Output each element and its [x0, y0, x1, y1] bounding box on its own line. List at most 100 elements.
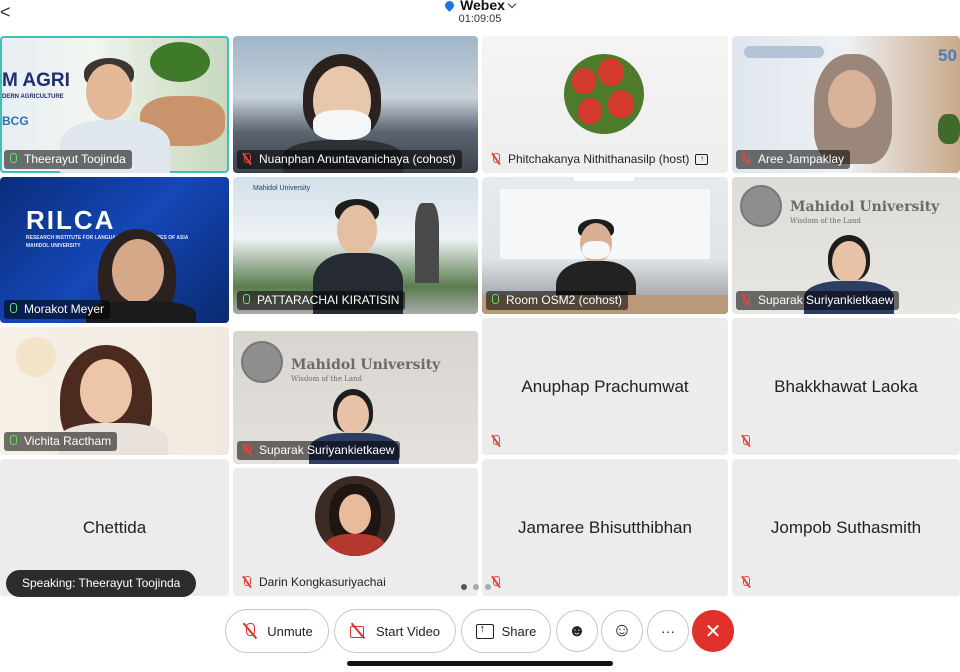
participants-button[interactable]: ☻ — [556, 610, 598, 652]
participant-name-tag: Room OSM2 (cohost) — [486, 291, 629, 310]
home-indicator[interactable] — [347, 661, 613, 666]
participant-name-tag — [736, 432, 758, 451]
ceiling-light — [574, 177, 634, 181]
avatar-body — [325, 534, 385, 556]
reactions-button[interactable]: ☺ — [601, 610, 643, 652]
agri-logo-subtext: DERN AGRICULTURE — [2, 94, 64, 100]
participants-icon: ☻ — [568, 621, 586, 640]
start-video-button[interactable]: Start Video — [334, 609, 456, 653]
page-indicator[interactable] — [461, 584, 491, 590]
avatar-face — [339, 494, 371, 534]
page-dot[interactable] — [473, 584, 479, 590]
participant-tile[interactable]: Phitchakanya Nithithanasilp (host) ↑ — [482, 36, 728, 173]
participant-tile[interactable]: Jamaree Bhisutthibhan — [482, 459, 728, 596]
participant-tile[interactable]: Mahidol University Wisdom of the Land Su… — [233, 331, 478, 464]
rilca-logo-subtext: RESEARCH INSTITUTE FOR LANGUAGES AND CUL… — [26, 235, 189, 241]
participant-name: Phitchakanya Nithithanasilp (host) — [508, 152, 690, 166]
virtual-background-banner: Mahidol University — [253, 185, 311, 192]
participant-name-tag: Nuanphan Anuntavanichaya (cohost) — [237, 150, 462, 169]
page-dot-active[interactable] — [461, 584, 467, 590]
participant-grid: M AGRI DERN AGRICULTURE BCG Theerayut To… — [0, 36, 960, 596]
speaking-indicator: Speaking: Theerayut Toojinda — [6, 570, 197, 597]
participant-avatar — [315, 476, 395, 556]
rilca-logo-subtext-2: MAHIDOL UNIVERSITY — [26, 243, 81, 249]
mic-on-icon — [241, 294, 251, 307]
more-dots-icon: ··· — [661, 623, 675, 639]
participant-tile[interactable]: M AGRI DERN AGRICULTURE BCG Theerayut To… — [0, 36, 229, 173]
person-face — [112, 239, 164, 303]
participant-name-placeholder: Anuphap Prachumwat — [521, 376, 689, 396]
participant-tile[interactable]: Nuanphan Anuntavanichaya (cohost) — [233, 36, 478, 173]
participant-name-tag — [486, 432, 508, 451]
participant-name-placeholder: Bhakkhawat Laoka — [774, 376, 918, 396]
corner-logo-text: 50 — [938, 46, 957, 65]
share-label: Share — [501, 623, 537, 639]
participant-tile[interactable]: RILCA RESEARCH INSTITUTE FOR LANGUAGES A… — [0, 177, 229, 323]
participant-name: Room OSM2 (cohost) — [506, 293, 623, 307]
mic-off-icon — [740, 435, 752, 448]
participant-name: Darin Kongkasuriyachai — [259, 575, 386, 589]
participant-tile[interactable]: Jompob Suthasmith — [732, 459, 960, 596]
participant-tile[interactable]: Vichita Ractham — [0, 327, 229, 455]
chevron-down-icon — [507, 0, 517, 9]
participant-name-tag: Vichita Ractham — [4, 432, 118, 451]
participant-tile[interactable]: Room OSM2 (cohost) — [482, 177, 728, 314]
participant-tile[interactable]: 50 Aree Jampaklay — [732, 36, 960, 173]
person-face — [832, 241, 866, 283]
participant-name-tag — [736, 573, 758, 592]
statue-image — [415, 203, 439, 283]
person-face — [337, 205, 377, 255]
face-mask — [313, 110, 371, 140]
unmute-label: Unmute — [267, 623, 313, 639]
more-options-button[interactable]: ··· — [647, 610, 689, 652]
unmute-button[interactable]: Unmute — [225, 609, 329, 653]
wall-university-name: Mahidol University — [790, 199, 940, 215]
mic-off-icon — [740, 294, 752, 307]
share-button[interactable]: Share — [461, 609, 551, 653]
lamp-image — [16, 337, 56, 377]
page-dot[interactable] — [485, 584, 491, 590]
person-face — [80, 359, 132, 423]
mic-on-icon — [8, 303, 18, 316]
university-seal — [740, 185, 782, 227]
participant-name-tag: Suparak Suriyankietkaew — [237, 441, 401, 460]
mic-off-icon — [241, 153, 253, 166]
participant-name-tag: Theerayut Toojinda — [4, 150, 132, 169]
participant-name: Nuanphan Anuntavanichaya (cohost) — [259, 152, 456, 166]
wall-university-name: Mahidol University — [291, 357, 441, 373]
location-pin-icon — [443, 0, 456, 12]
participant-name-tag: Morakot Meyer — [4, 300, 111, 319]
video-off-icon — [349, 622, 368, 640]
face-mask — [582, 241, 610, 259]
tulip-flower — [578, 98, 602, 124]
meeting-timer: 01:09:05 — [458, 13, 502, 25]
participant-name: Vichita Ractham — [24, 434, 112, 448]
meeting-controls: Unmute Start Video Share ☻ ☺ ··· ✕ — [0, 609, 960, 653]
tree-image — [150, 42, 210, 82]
close-icon: ✕ — [704, 620, 722, 643]
participant-name: Theerayut Toojinda — [24, 152, 126, 166]
participant-name-placeholder: Chettida — [82, 517, 147, 537]
participant-tile[interactable]: Anuphap Prachumwat — [482, 318, 728, 455]
person-face — [828, 70, 876, 128]
participant-name: Morakot Meyer — [24, 302, 105, 316]
participant-name: Aree Jampaklay — [758, 152, 845, 166]
participant-tile[interactable]: Mahidol University PATTARACHAI KIRATISIN — [233, 177, 478, 314]
participant-tile[interactable]: Bhakkhawat Laoka — [732, 318, 960, 455]
participant-tile[interactable]: Mahidol University Wisdom of the Land Su… — [732, 177, 960, 314]
mic-off-icon — [241, 444, 253, 457]
mic-off-icon — [490, 576, 502, 589]
emoji-icon: ☺ — [612, 620, 632, 641]
mic-on-icon — [8, 153, 18, 166]
tulip-flower — [608, 90, 634, 118]
mic-off-icon — [490, 435, 502, 448]
tulip-flower — [572, 68, 596, 94]
university-logo — [744, 46, 824, 58]
tulip-flower — [598, 58, 624, 86]
university-seal — [241, 341, 283, 383]
person-face — [337, 395, 369, 435]
app-title[interactable]: Webex — [0, 0, 960, 13]
share-screen-icon — [475, 622, 494, 640]
participant-tile[interactable]: Darin Kongkasuriyachai — [233, 468, 478, 596]
leave-meeting-button[interactable]: ✕ — [692, 610, 734, 652]
